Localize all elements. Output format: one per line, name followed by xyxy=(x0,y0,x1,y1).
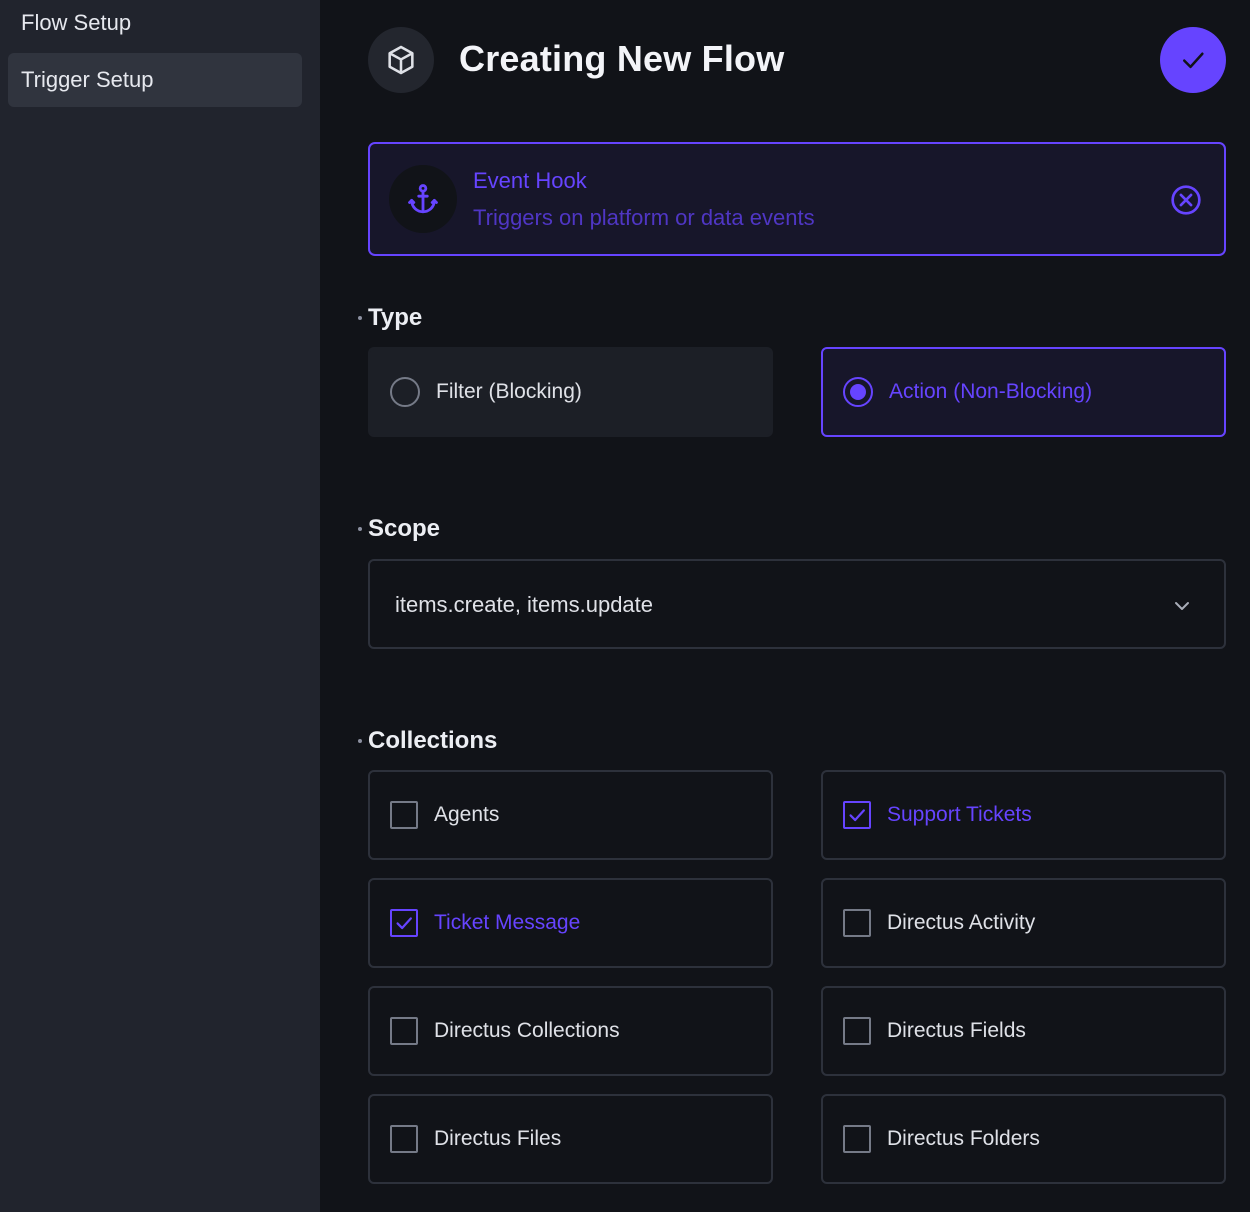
sidebar: Flow Setup Trigger Setup xyxy=(0,0,320,1212)
option-label: Directus Activity xyxy=(887,911,1036,934)
checkbox[interactable] xyxy=(390,909,418,937)
collection-directus-activity[interactable]: Directus Activity xyxy=(821,878,1226,968)
checkbox[interactable] xyxy=(390,1125,418,1153)
check-icon xyxy=(1183,52,1204,69)
radio-button[interactable] xyxy=(843,377,873,407)
radio-button[interactable] xyxy=(390,377,420,407)
option-label: Directus Fields xyxy=(887,1019,1026,1042)
option-label: Agents xyxy=(434,803,500,826)
checkbox[interactable] xyxy=(843,801,871,829)
collection-directus-files[interactable]: Directus Files xyxy=(368,1094,773,1184)
option-label: Action (Non-Blocking) xyxy=(889,380,1093,403)
trigger-name: Event Hook xyxy=(473,168,587,193)
checkbox[interactable] xyxy=(843,1017,871,1045)
trigger-description: Triggers on platform or data events xyxy=(473,205,815,230)
checkbox[interactable] xyxy=(843,1125,871,1153)
option-label: Directus Folders xyxy=(887,1127,1040,1150)
collection-support-tickets[interactable]: Support Tickets xyxy=(821,770,1226,860)
trigger-card[interactable]: Event Hook Triggers on platform or data … xyxy=(368,142,1226,256)
check-icon xyxy=(396,917,412,930)
option-label: Directus Collections xyxy=(434,1019,620,1042)
type-option-action[interactable]: Action (Non-Blocking) xyxy=(821,347,1226,437)
collection-directus-folders[interactable]: Directus Folders xyxy=(821,1094,1226,1184)
page-title: Creating New Flow xyxy=(459,38,785,79)
scope-label: Scope xyxy=(357,515,441,542)
collection-agents[interactable]: Agents xyxy=(368,770,773,860)
main-panel: Creating New Flow Event Hook Triggers on… xyxy=(320,0,1250,1212)
cube-icon xyxy=(368,27,434,93)
sidebar-item-flow-setup[interactable]: Flow Setup xyxy=(8,0,302,50)
checkbox[interactable] xyxy=(390,1017,418,1045)
scope-select[interactable]: items.create, items.update xyxy=(368,559,1226,649)
checkbox[interactable] xyxy=(390,801,418,829)
close-circle-icon[interactable] xyxy=(1170,184,1202,216)
option-label: Directus Files xyxy=(434,1127,562,1150)
sidebar-item-label: Flow Setup xyxy=(21,10,132,35)
check-icon xyxy=(849,809,865,822)
scope-value: items.create, items.update xyxy=(395,592,654,617)
chevron-down-icon xyxy=(1175,602,1189,610)
option-label: Ticket Message xyxy=(434,911,581,934)
collection-directus-collections[interactable]: Directus Collections xyxy=(368,986,773,1076)
anchor-icon xyxy=(389,165,457,233)
option-label: Filter (Blocking) xyxy=(436,380,582,403)
type-label: Type xyxy=(357,304,423,331)
option-label: Support Tickets xyxy=(887,803,1032,826)
collections-label: Collections xyxy=(357,727,498,754)
checkbox[interactable] xyxy=(843,909,871,937)
type-option-filter[interactable]: Filter (Blocking) xyxy=(368,347,773,437)
save-button[interactable] xyxy=(1160,27,1226,93)
collection-directus-fields[interactable]: Directus Fields xyxy=(821,986,1226,1076)
sidebar-item-trigger-setup[interactable]: Trigger Setup xyxy=(8,53,302,107)
collection-ticket-message[interactable]: Ticket Message xyxy=(368,878,773,968)
sidebar-item-label: Trigger Setup xyxy=(21,67,154,92)
